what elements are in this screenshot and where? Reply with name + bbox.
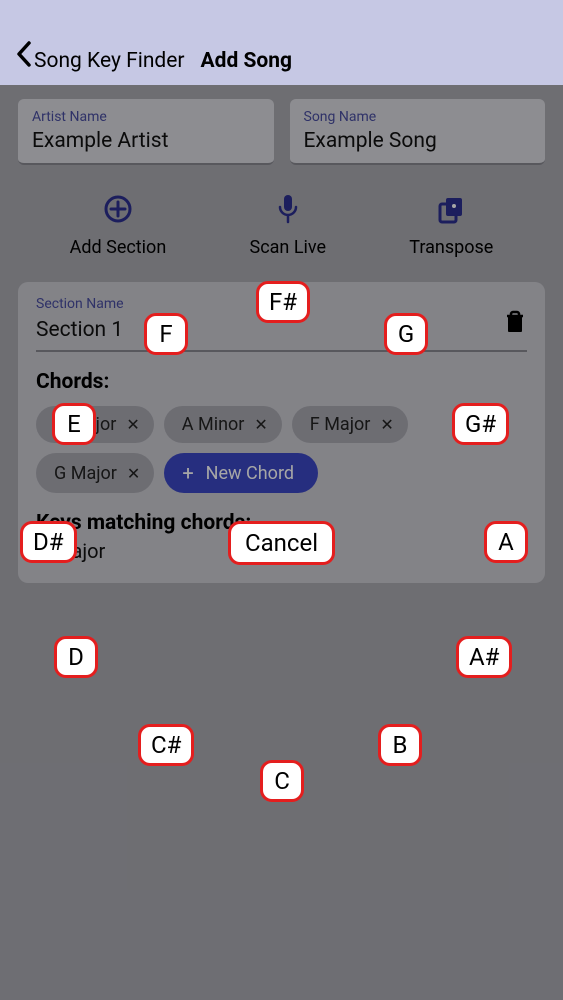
note-g-sharp[interactable]: G#	[452, 403, 509, 445]
note-f-sharp[interactable]: F#	[256, 281, 310, 323]
transpose-label: Transpose	[409, 237, 493, 258]
song-value: Example Song	[304, 129, 532, 159]
scan-live-button[interactable]: Scan Live	[250, 193, 327, 258]
new-chord-button[interactable]: + New Chord	[164, 453, 318, 493]
new-chord-label: New Chord	[206, 463, 294, 484]
add-section-label: Add Section	[70, 237, 167, 258]
chord-chip[interactable]: F Major ✕	[292, 406, 408, 443]
note-c[interactable]: C	[260, 760, 304, 802]
header: Song Key Finder Add Song	[0, 0, 563, 85]
chords-heading: Chords:	[36, 370, 527, 394]
page-title: Add Song	[201, 49, 293, 73]
transpose-icon	[435, 193, 467, 225]
section-name-input[interactable]: Section 1	[36, 318, 527, 352]
note-g[interactable]: G	[384, 313, 428, 355]
note-f[interactable]: F	[144, 313, 188, 355]
chord-label: F Major	[310, 414, 371, 435]
back-icon[interactable]	[16, 41, 32, 72]
add-section-button[interactable]: Add Section	[70, 193, 167, 258]
chord-label: G Major	[54, 463, 117, 484]
note-b[interactable]: B	[378, 724, 422, 766]
chord-chip[interactable]: G Major ✕	[36, 453, 154, 493]
song-input[interactable]: Song Name Example Song	[290, 99, 546, 165]
plus-circle-icon	[102, 193, 134, 225]
remove-icon[interactable]: ✕	[254, 415, 267, 434]
note-d-sharp[interactable]: D#	[20, 521, 77, 563]
note-e[interactable]: E	[52, 403, 96, 445]
trash-icon[interactable]	[505, 310, 525, 340]
artist-label: Artist Name	[32, 109, 260, 125]
note-d[interactable]: D	[54, 636, 98, 678]
artist-input[interactable]: Artist Name Example Artist	[18, 99, 274, 165]
note-a-sharp[interactable]: A#	[456, 636, 512, 678]
remove-icon[interactable]: ✕	[127, 464, 140, 483]
back-label[interactable]: Song Key Finder	[34, 49, 185, 73]
plus-icon: +	[182, 461, 193, 485]
note-a[interactable]: A	[484, 521, 528, 563]
note-c-sharp[interactable]: C#	[138, 724, 194, 766]
chord-chip[interactable]: A Minor ✕	[164, 406, 282, 443]
chord-label: A Minor	[182, 414, 245, 435]
scan-live-label: Scan Live	[250, 237, 327, 258]
cancel-button[interactable]: Cancel	[228, 521, 335, 565]
artist-value: Example Artist	[32, 129, 260, 159]
microphone-icon	[272, 193, 304, 225]
song-label: Song Name	[304, 109, 532, 125]
remove-icon[interactable]: ✕	[380, 415, 393, 434]
transpose-button[interactable]: Transpose	[409, 193, 493, 258]
remove-icon[interactable]: ✕	[126, 415, 139, 434]
